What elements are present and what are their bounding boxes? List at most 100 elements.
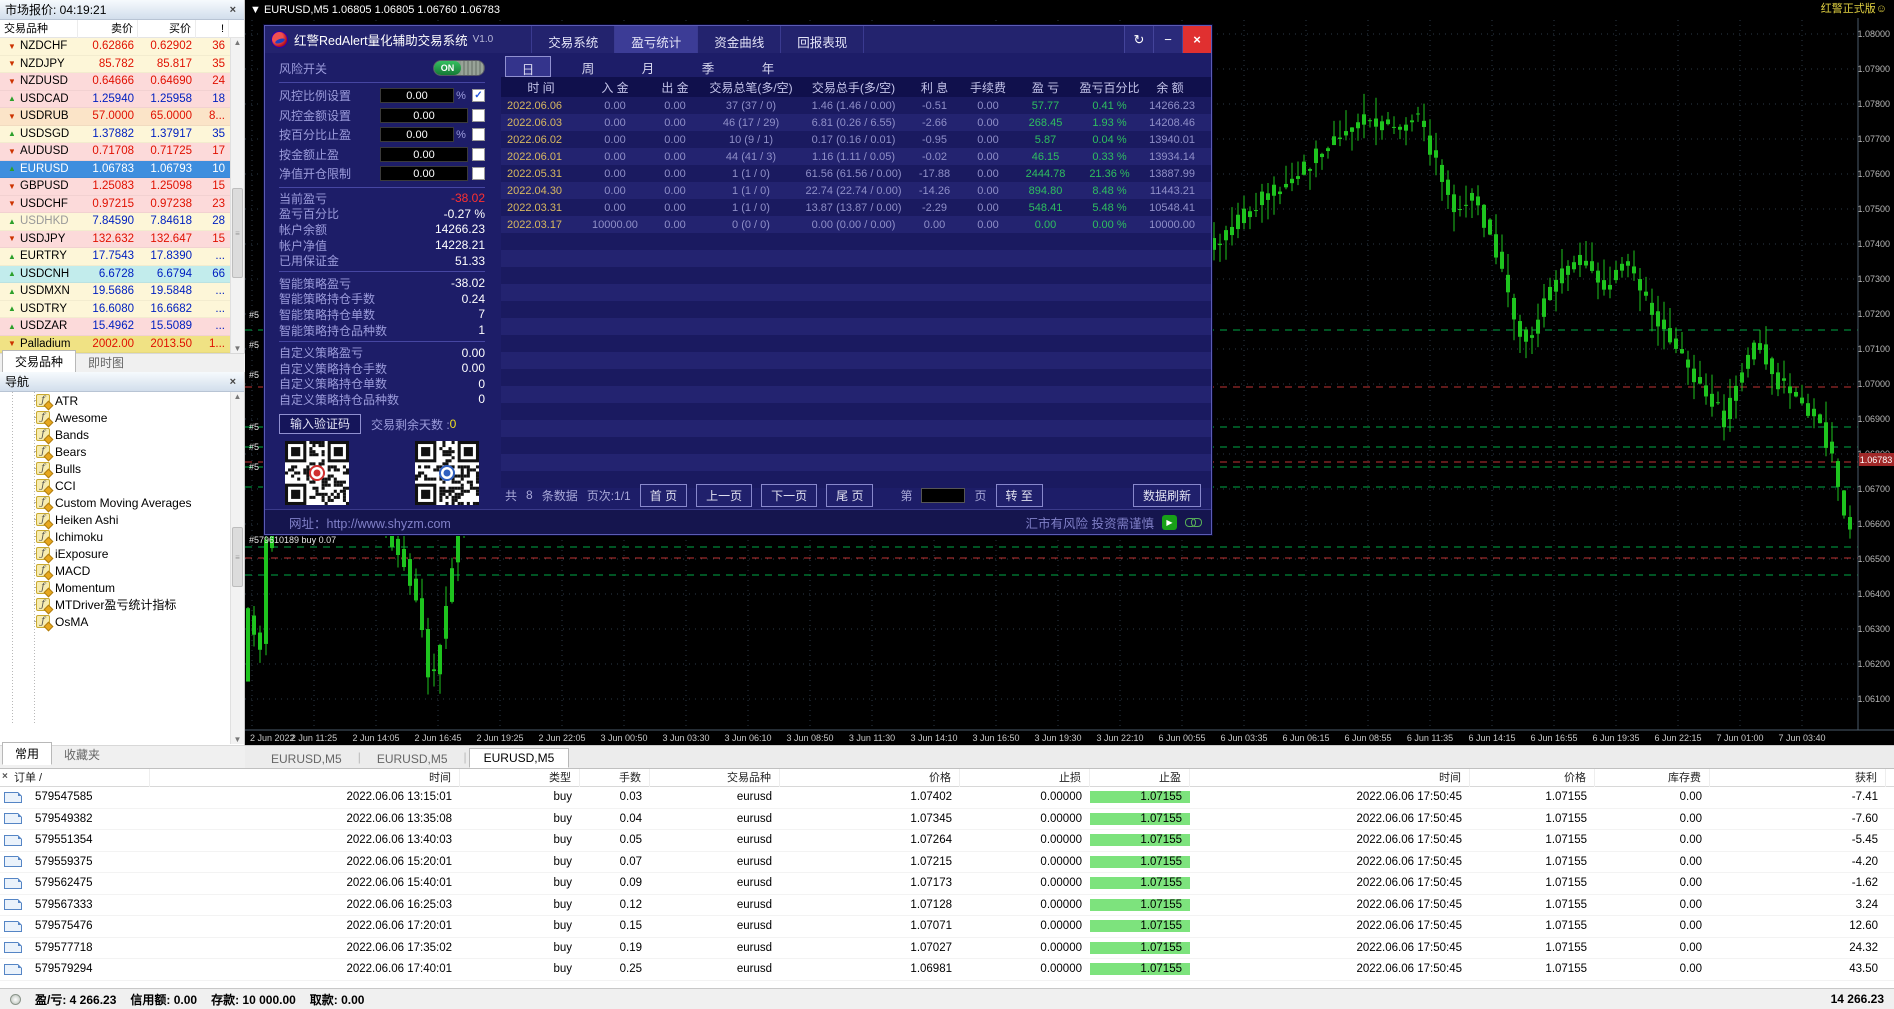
symbol-row[interactable]: ▼ NZDJPY 85.782 85.817 35	[0, 55, 244, 73]
navigator-item[interactable]: ƒ Bands	[0, 426, 244, 443]
symbol-row[interactable]: ▲ EURUSD 1.06783 1.06793 10	[0, 160, 244, 178]
orders-column-header[interactable]: 价格	[1470, 769, 1595, 787]
risk-checkbox[interactable]: ✓	[472, 89, 485, 103]
orders-header[interactable]: 订单 / 时间 类型 手数 交易品种 价格 止损 止盈 时间 价格 库存费 获利	[0, 769, 1894, 787]
chart-tab-1[interactable]: EURUSD,M5	[363, 750, 462, 768]
navigator-item[interactable]: ƒ OsMA	[0, 613, 244, 630]
orders-column-header[interactable]: 止损	[960, 769, 1090, 787]
stats-row[interactable]: 2022.04.30 0.00 0.00 1 (1 / 0) 22.74 (22.74 …	[501, 182, 1211, 199]
column-header[interactable]: 买价	[138, 20, 196, 38]
stats-row[interactable]: 2022.06.02 0.00 0.00 10 (9 / 1) 0.17 (0.16 /…	[501, 131, 1211, 148]
stats-row[interactable]: 2022.03.17 10000.00 0.00 0 (0 / 0) 0.00 (0.0…	[501, 216, 1211, 233]
symbol-row[interactable]: ▼ NZDUSD 0.64666 0.64690 24	[0, 73, 244, 91]
risk-value-input[interactable]: 0.00	[380, 166, 468, 182]
column-header[interactable]: !	[196, 20, 229, 38]
market-watch-scrollbar[interactable]: ▲ ≡ ▼	[230, 38, 244, 353]
orders-column-header[interactable]: 价格	[780, 769, 960, 787]
symbol-row[interactable]: ▲ USDMXN 19.5686 19.5848...	[0, 283, 244, 301]
risk-checkbox[interactable]	[472, 128, 485, 142]
minimize-icon[interactable]: −	[1153, 26, 1182, 53]
orders-column-header[interactable]: 类型	[460, 769, 580, 787]
symbol-row[interactable]: ▲ USDSGD 1.37882 1.37917 35	[0, 125, 244, 143]
symbol-row[interactable]: ▼ GBPUSD 1.25083 1.25098 15	[0, 178, 244, 196]
risk-checkbox[interactable]	[472, 108, 485, 122]
dialog-tab-3[interactable]: 回报表现	[780, 26, 865, 53]
close-icon[interactable]: ×	[2, 771, 8, 782]
order-row[interactable]: 579547585 2022.06.06 13:15:01 buy 0.03 eurus…	[0, 787, 1894, 809]
symbol-row[interactable]: ▼ NZDCHF 0.62866 0.62902 36	[0, 38, 244, 56]
symbol-row[interactable]: ▼ USDJPY 132.632 132.647 15	[0, 230, 244, 248]
orders-column-header[interactable]: 时间	[150, 769, 460, 787]
orders-column-header[interactable]: 库存费	[1595, 769, 1710, 787]
navigator-item[interactable]: ƒ Heiken Ashi	[0, 511, 244, 528]
order-row[interactable]: 579549382 2022.06.06 13:35:08 buy 0.04 eurus…	[0, 809, 1894, 830]
period-tab-0[interactable]: 日	[505, 56, 551, 77]
symbol-row[interactable]: ▲ USDTRY 16.6080 16.6682...	[0, 300, 244, 318]
orders-column-header[interactable]: 交易品种	[650, 769, 780, 787]
order-row[interactable]: 579575476 2022.06.06 17:20:01 buy 0.15 eurus…	[0, 916, 1894, 938]
period-tab-3[interactable]: 季	[685, 56, 731, 77]
orders-column-header[interactable]: 时间	[1190, 769, 1470, 787]
tab-favorites[interactable]: 收藏夹	[52, 744, 112, 765]
risk-value-input[interactable]: 0.00	[380, 127, 454, 143]
stats-row[interactable]: 2022.06.03 0.00 0.00 46 (17 / 29) 6.81 (0.26…	[501, 114, 1211, 131]
symbol-row[interactable]: ▼ AUDUSD 0.71708 0.71725 17	[0, 143, 244, 161]
verify-code-button[interactable]: 输入验证码	[279, 414, 361, 435]
tab-common[interactable]: 常用	[2, 742, 53, 765]
refresh-data-button[interactable]: 数据刷新	[1132, 483, 1201, 507]
orders-column-header[interactable]: 获利	[1710, 769, 1886, 787]
link-icon[interactable]	[1185, 517, 1202, 527]
tab-tick-chart[interactable]: 即时图	[76, 352, 136, 373]
risk-switch-toggle[interactable]: ON	[433, 60, 485, 76]
website-url[interactable]: 网址：http://www.shyzm.com	[289, 513, 451, 532]
chart-tab-0[interactable]: EURUSD,M5	[257, 750, 356, 768]
chart-tab-2[interactable]: EURUSD,M5	[468, 748, 570, 768]
period-tab-1[interactable]: 周	[565, 56, 611, 77]
navigator-scrollbar[interactable]: ▲ ≡ ▼	[230, 392, 244, 744]
symbol-row[interactable]: ▲ USDCAD 1.25940 1.25958 18	[0, 90, 244, 108]
column-header[interactable]: 交易品种	[0, 20, 78, 38]
period-tab-2[interactable]: 月	[625, 56, 671, 77]
tab-symbols[interactable]: 交易品种	[2, 350, 77, 373]
symbol-row[interactable]: ▲ EURTRY 17.7543 17.8390...	[0, 248, 244, 266]
stats-row[interactable]: 2022.05.31 0.00 0.00 1 (1 / 0) 61.56 (61.56 …	[501, 165, 1211, 182]
navigator-item[interactable]: ƒ MTDriver盈亏统计指标	[0, 596, 244, 613]
navigator-item[interactable]: ƒ iExposure	[0, 545, 244, 562]
navigator-item[interactable]: ƒ Momentum	[0, 579, 244, 596]
symbol-row[interactable]: ▲ USDCNH 6.6728 6.6794 66	[0, 265, 244, 283]
symbol-row[interactable]: ▼ USDCHF 0.97215 0.97238 23	[0, 195, 244, 213]
next-page-button[interactable]: 下一页	[761, 483, 818, 507]
play-icon[interactable]: ▶	[1162, 514, 1177, 530]
dialog-tab-1[interactable]: 盈亏统计	[614, 26, 698, 53]
order-row[interactable]: 579567333 2022.06.06 16:25:03 buy 0.12 eurus…	[0, 895, 1894, 916]
stats-row[interactable]: 2022.06.06 0.00 0.00 37 (37 / 0) 1.46 (1.46 …	[501, 97, 1211, 114]
column-header[interactable]: 卖价	[78, 20, 138, 38]
dialog-tab-0[interactable]: 交易系统	[531, 26, 614, 53]
order-row[interactable]: 579551354 2022.06.06 13:40:03 buy 0.05 eurus…	[0, 830, 1894, 852]
orders-column-header[interactable]: 手数	[580, 769, 650, 787]
order-row[interactable]: 579559375 2022.06.06 15:20:01 buy 0.07 eurus…	[0, 852, 1894, 873]
close-icon[interactable]: ×	[227, 376, 239, 388]
first-page-button[interactable]: 首 页	[639, 483, 688, 507]
stats-row[interactable]: 2022.03.31 0.00 0.00 1 (1 / 0) 13.87 (13.87 …	[501, 199, 1211, 216]
order-row[interactable]: 579577718 2022.06.06 17:35:02 buy 0.19 eurus…	[0, 938, 1894, 959]
dialog-titlebar[interactable]: 红警RedAlert量化辅助交易系统 V1.0 交易系统 盈亏统计 资金曲线 回报表现…	[265, 26, 1211, 53]
navigator-item[interactable]: ƒ MACD	[0, 562, 244, 579]
navigator-item[interactable]: ƒ Bulls	[0, 460, 244, 477]
risk-value-input[interactable]: 0.00	[380, 107, 468, 123]
orders-column-header[interactable]: 订单 /	[0, 769, 150, 787]
navigator-item[interactable]: ƒ ATR	[0, 392, 244, 409]
last-page-button[interactable]: 尾 页	[826, 483, 874, 507]
risk-checkbox[interactable]	[472, 167, 485, 181]
navigator-item[interactable]: ƒ Awesome	[0, 409, 244, 426]
order-row[interactable]: 579562475 2022.06.06 15:40:01 buy 0.09 eurus…	[0, 873, 1894, 895]
risk-value-input[interactable]: 0.00	[380, 146, 468, 162]
navigator-item[interactable]: ƒ Custom Moving Averages	[0, 494, 244, 511]
market-watch-header[interactable]: 交易品种 卖价 买价!	[0, 20, 244, 38]
period-tab-4[interactable]: 年	[745, 56, 791, 77]
navigator-item[interactable]: ƒ CCI	[0, 477, 244, 494]
orders-column-header[interactable]: 止盈	[1090, 769, 1190, 787]
stats-row[interactable]: 2022.06.01 0.00 0.00 44 (41 / 3) 1.16 (1.11 …	[501, 148, 1211, 165]
goto-page-input[interactable]	[921, 487, 966, 503]
close-icon[interactable]: ×	[1182, 26, 1211, 53]
